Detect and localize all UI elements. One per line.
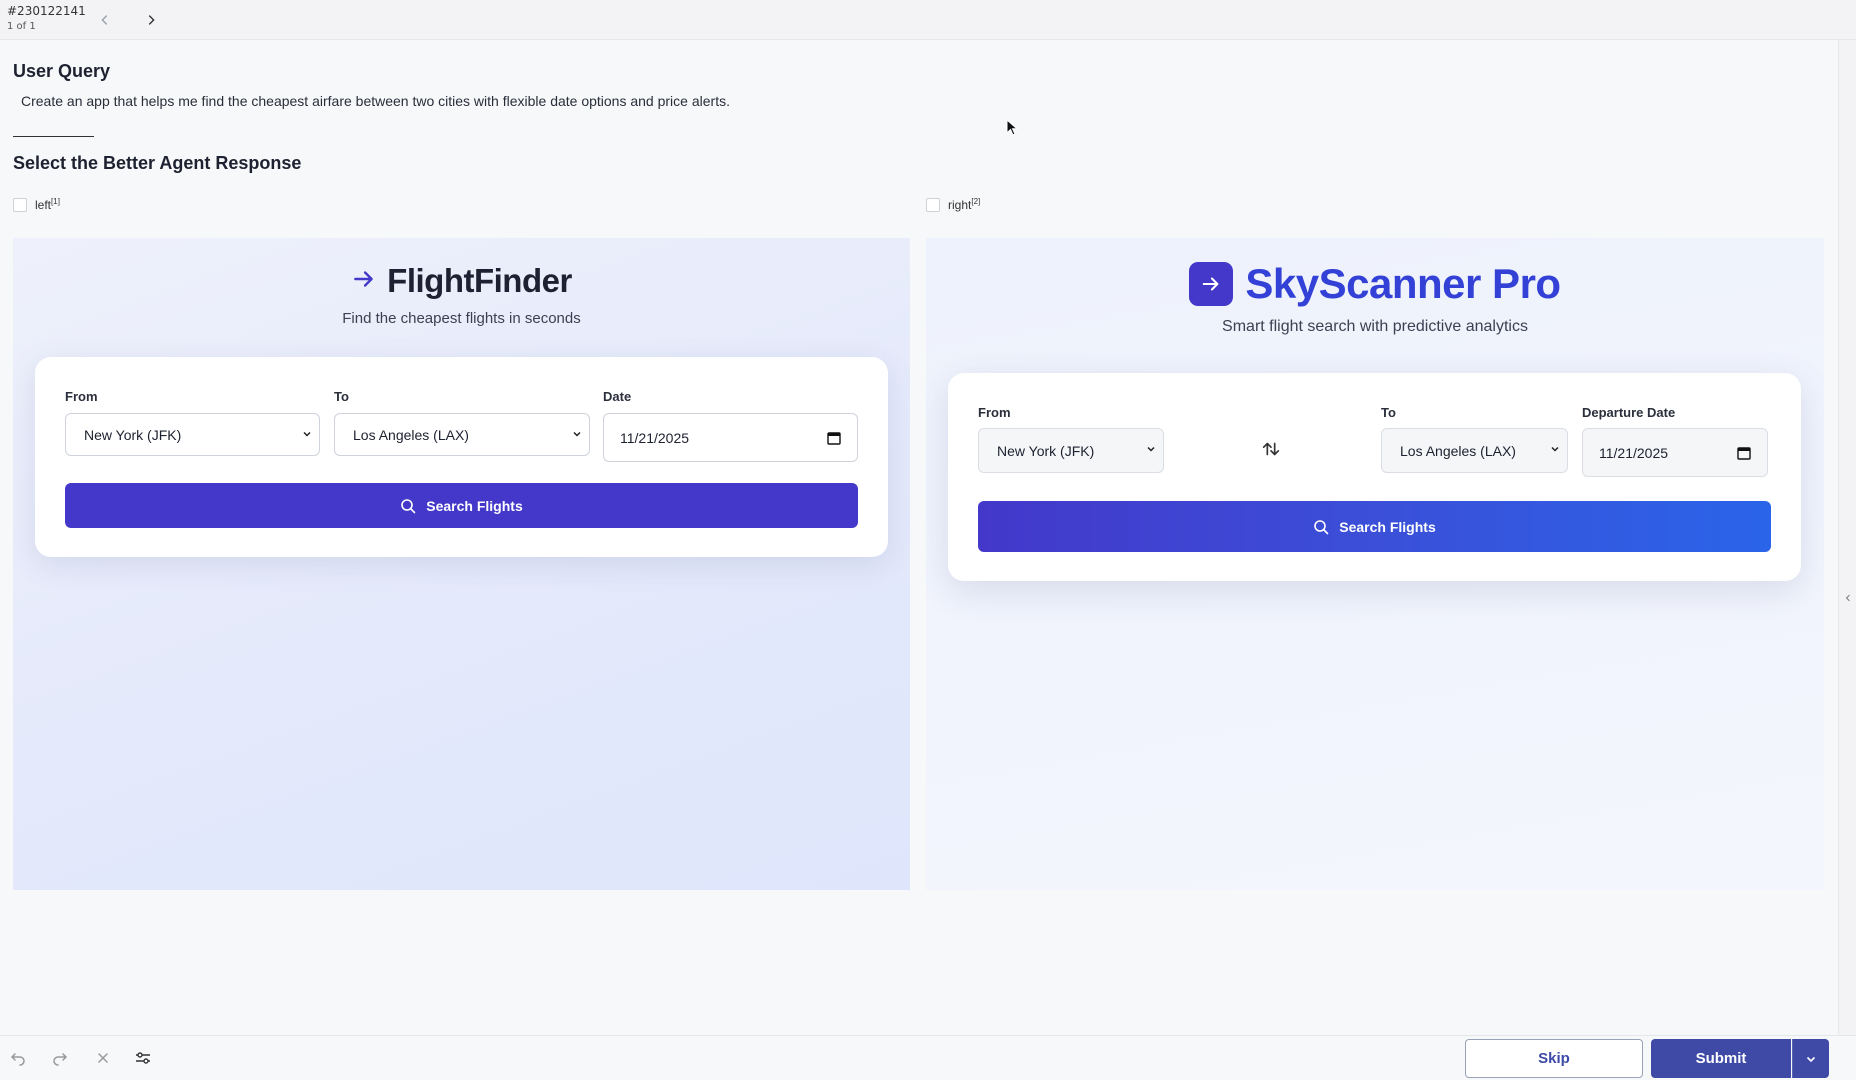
task-id: #230122141 — [7, 4, 86, 18]
search-flights-button[interactable]: Search Flights — [65, 483, 858, 528]
chevron-down-icon — [1806, 1056, 1816, 1062]
departure-date-label: Departure Date — [1582, 405, 1676, 420]
date-label: Date — [603, 389, 632, 404]
user-query-text: Create an app that helps me find the che… — [21, 93, 730, 109]
left-option[interactable]: left[1] — [13, 197, 60, 212]
redo-icon — [53, 1053, 68, 1066]
task-count: 1 of 1 — [7, 21, 36, 32]
prev-task-button[interactable] — [93, 8, 117, 32]
skyscanner-search-card: From New York (JFK) To Los Angeles (LAX)… — [948, 373, 1801, 581]
sliders-icon — [136, 1052, 150, 1064]
to-label: To — [1381, 405, 1396, 420]
chevron-down-icon — [1147, 446, 1155, 452]
calendar-icon[interactable] — [827, 431, 841, 445]
close-icon — [98, 1053, 108, 1063]
to-label: To — [334, 389, 349, 404]
arrow-right-icon — [1189, 262, 1234, 306]
right-option-label: right[2] — [948, 197, 981, 212]
next-task-button[interactable] — [139, 8, 163, 32]
skyscanner-header: SkyScanner Pro Smart flight search with … — [926, 260, 1824, 336]
clear-button[interactable] — [91, 1046, 115, 1070]
skyscanner-title: SkyScanner Pro — [1189, 260, 1561, 308]
flightfinder-header: FlightFinder Find the cheapest flights i… — [13, 262, 910, 327]
search-flights-button[interactable]: Search Flights — [978, 501, 1771, 552]
skyscanner-subtitle: Smart flight search with predictive anal… — [1222, 318, 1528, 335]
search-icon — [1314, 519, 1329, 534]
date-input[interactable]: 11/21/2025 — [603, 413, 858, 462]
chevron-down-icon — [303, 431, 311, 437]
to-select[interactable]: Los Angeles (LAX) — [1381, 428, 1568, 473]
left-response-panel: FlightFinder Find the cheapest flights i… — [13, 238, 910, 890]
right-option[interactable]: right[2] — [926, 197, 980, 212]
flightfinder-subtitle: Find the cheapest flights in seconds — [342, 310, 581, 327]
redo-button[interactable] — [48, 1046, 72, 1070]
submit-options-button[interactable] — [1792, 1039, 1829, 1078]
left-option-label: left[1] — [35, 197, 60, 212]
swap-icon — [1262, 442, 1280, 456]
from-select[interactable]: New York (JFK) — [978, 428, 1164, 473]
left-checkbox[interactable] — [13, 197, 27, 212]
bottom-bar: Skip Submit — [0, 1035, 1856, 1080]
flightfinder-search-card: From New York (JFK) To Los Angeles (LAX)… — [35, 357, 888, 557]
swap-cities-button[interactable] — [1257, 435, 1285, 463]
to-select[interactable]: Los Angeles (LAX) — [334, 413, 590, 456]
chevron-right-icon — [148, 15, 155, 25]
skip-button[interactable]: Skip — [1465, 1039, 1643, 1078]
user-query-heading: User Query — [13, 61, 111, 81]
submit-button[interactable]: Submit — [1651, 1039, 1791, 1078]
chevron-down-icon — [573, 431, 581, 437]
mouse-cursor-icon — [1006, 119, 1018, 136]
from-label: From — [978, 405, 1011, 420]
from-label: From — [65, 389, 98, 404]
right-response-panel: SkyScanner Pro Smart flight search with … — [926, 238, 1824, 890]
top-bar: #230122141 1 of 1 — [0, 0, 1856, 40]
select-response-heading: Select the Better Agent Response — [13, 153, 302, 173]
settings-button[interactable] — [131, 1046, 155, 1070]
chevron-down-icon — [1551, 446, 1559, 452]
undo-button[interactable] — [6, 1046, 30, 1070]
collapse-arrow-icon[interactable] — [1843, 591, 1853, 605]
arrow-right-icon — [351, 262, 377, 300]
calendar-icon[interactable] — [1737, 446, 1751, 460]
undo-icon — [10, 1053, 25, 1066]
flightfinder-title: FlightFinder — [351, 262, 572, 300]
chevron-left-icon — [101, 15, 108, 25]
from-select[interactable]: New York (JFK) — [65, 413, 320, 456]
divider — [13, 136, 94, 137]
right-checkbox[interactable] — [926, 197, 940, 212]
search-icon — [401, 498, 416, 513]
side-rail[interactable] — [1838, 40, 1856, 1035]
departure-date-input[interactable]: 11/21/2025 — [1582, 428, 1768, 477]
